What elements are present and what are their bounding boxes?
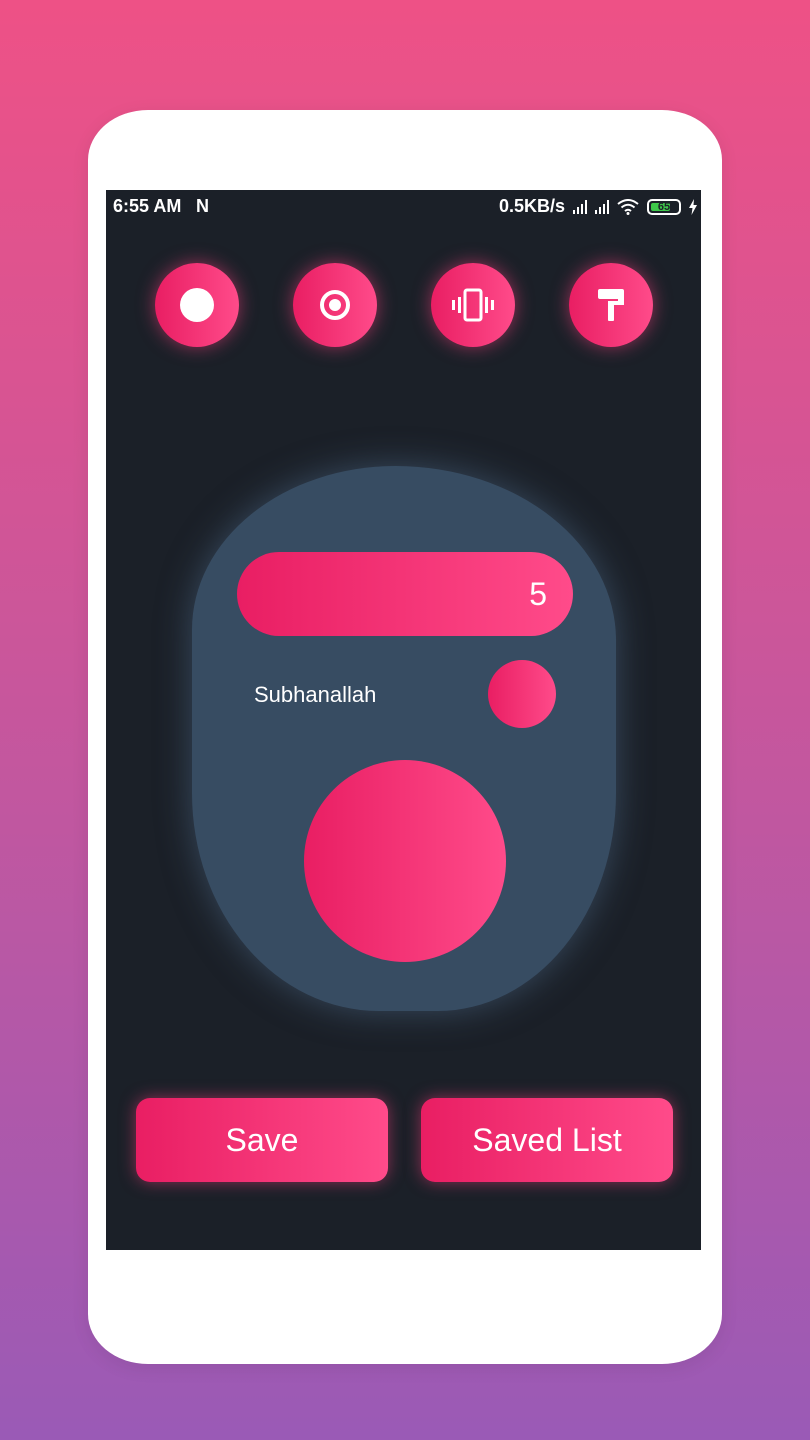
radio-target-icon bbox=[320, 290, 350, 320]
saved-list-button[interactable]: Saved List bbox=[421, 1098, 673, 1182]
app-screen: 6:55 AM N 0.5KB/s 65 5 Subhanallah Save … bbox=[106, 190, 701, 1250]
battery-level: 65 bbox=[657, 200, 671, 213]
signal-icon bbox=[573, 199, 587, 214]
count-display: 5 bbox=[237, 552, 573, 636]
status-right: 0.5KB/s 65 bbox=[499, 196, 697, 217]
signal-icon bbox=[595, 199, 609, 214]
network-speed: 0.5KB/s bbox=[498, 196, 565, 216]
charging-icon bbox=[689, 198, 697, 215]
notification-icon: N bbox=[196, 196, 209, 216]
record-dot-icon bbox=[180, 288, 214, 322]
paint-roller-icon bbox=[598, 289, 624, 321]
status-bar: 6:55 AM N 0.5KB/s 65 bbox=[106, 190, 701, 224]
status-time: 6:55 AM bbox=[113, 196, 182, 216]
save-button[interactable]: Save bbox=[136, 1098, 388, 1182]
theme-button[interactable] bbox=[569, 263, 653, 347]
zikr-label: Subhanallah bbox=[254, 682, 377, 707]
record-button[interactable] bbox=[155, 263, 239, 347]
reset-button[interactable] bbox=[488, 660, 556, 728]
vibrate-icon bbox=[452, 288, 494, 322]
vibrate-toggle-button[interactable] bbox=[431, 263, 515, 347]
battery-icon: 65 bbox=[647, 198, 681, 215]
sound-toggle-button[interactable] bbox=[293, 263, 377, 347]
wifi-icon bbox=[617, 198, 639, 215]
count-button[interactable] bbox=[304, 760, 506, 962]
